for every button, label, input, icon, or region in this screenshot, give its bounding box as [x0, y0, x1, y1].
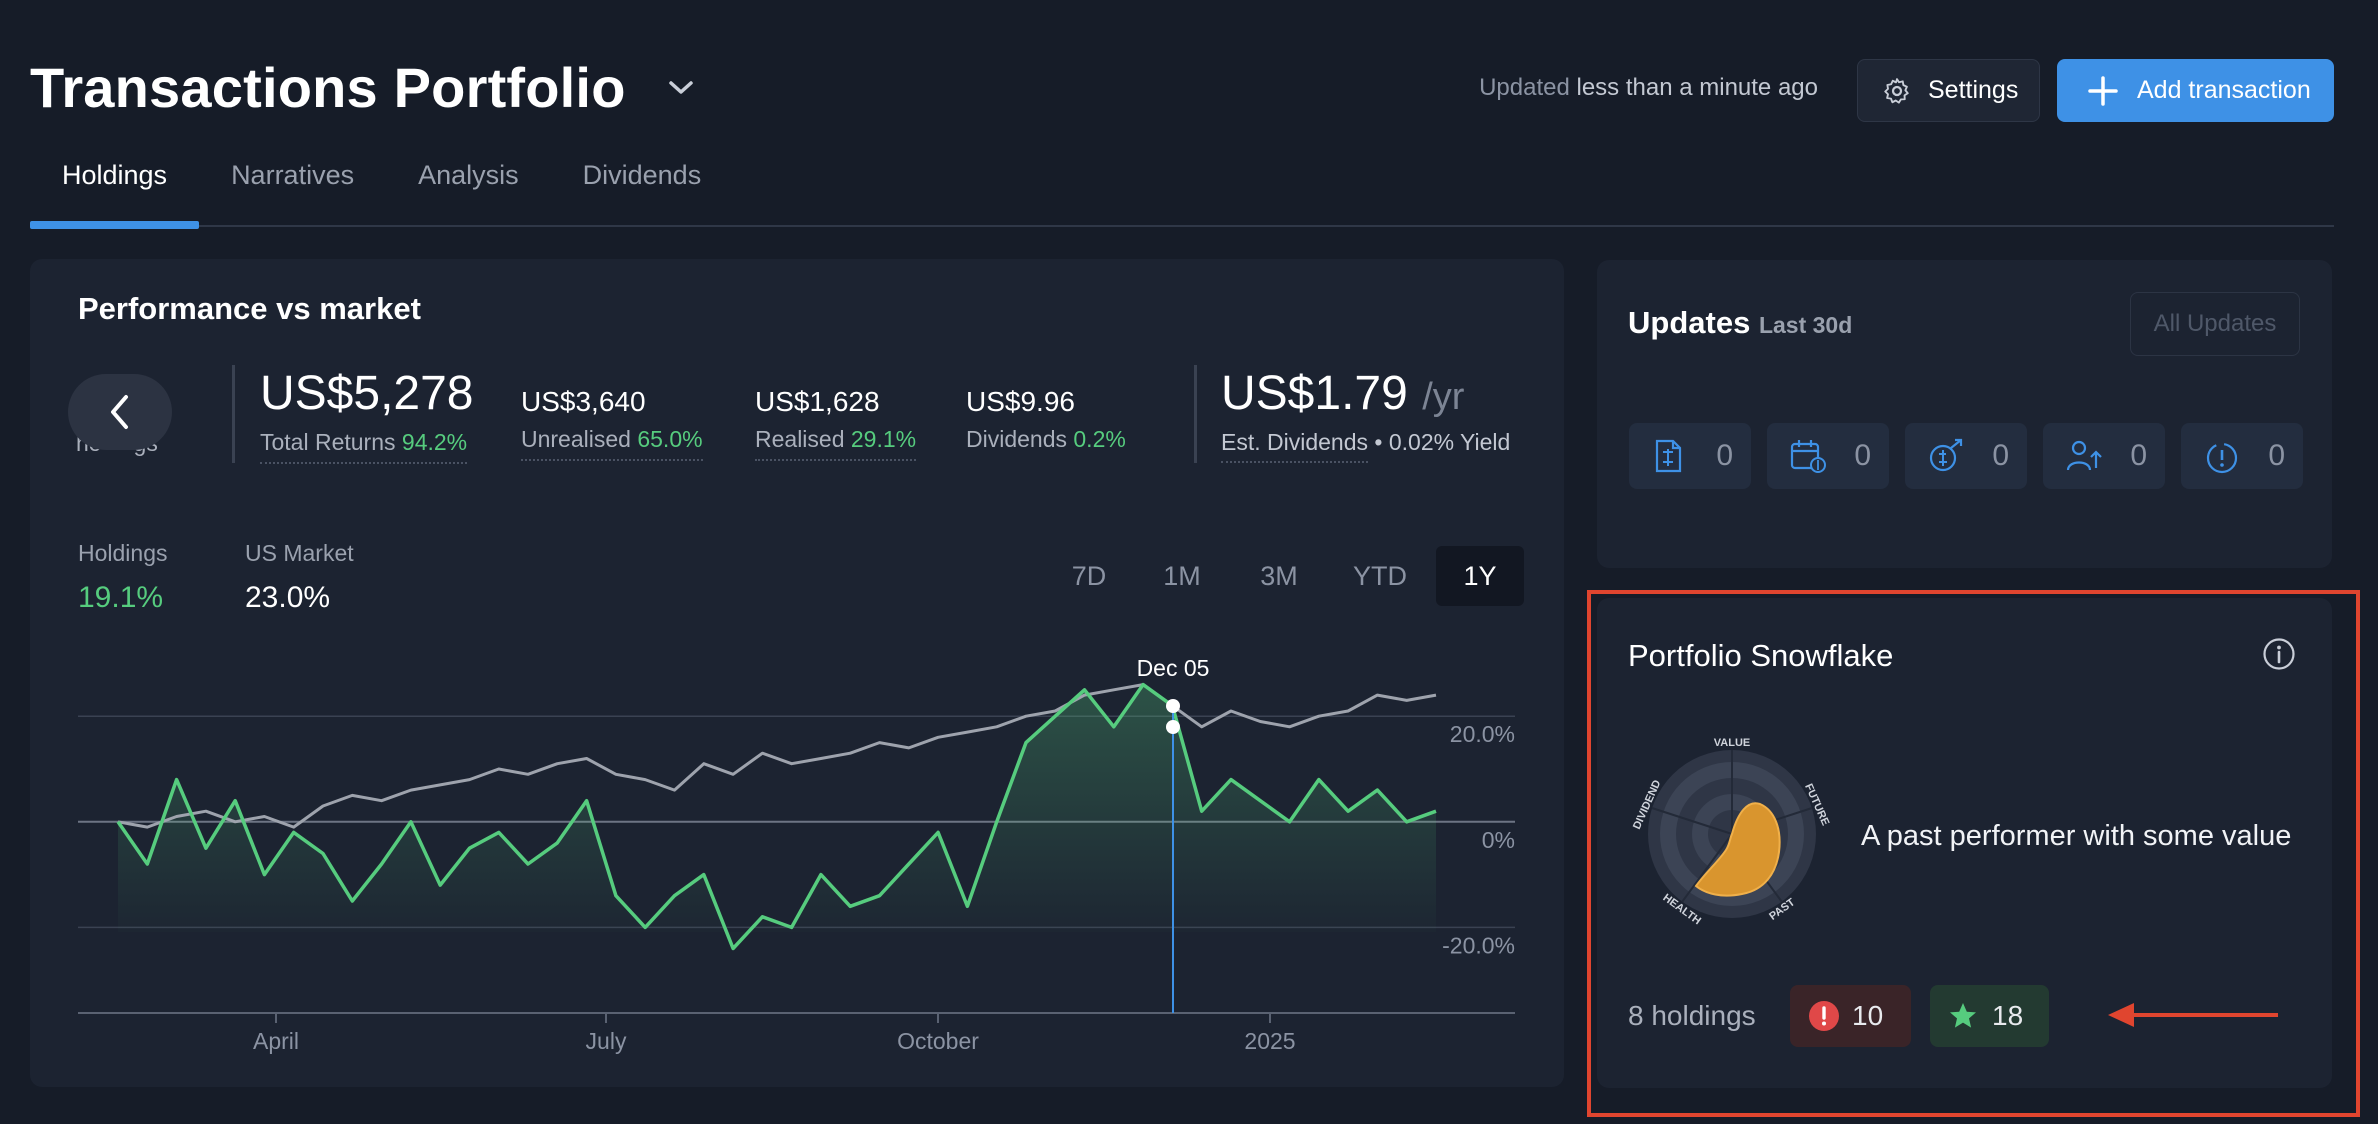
- highlight-box: [1587, 590, 2360, 1117]
- update-count-dividends: 0: [1992, 439, 2009, 472]
- update-count-alerts: 0: [2268, 439, 2285, 472]
- crosshair-dot-market: [1166, 720, 1180, 734]
- x-tick-label: October: [897, 1028, 979, 1054]
- document-dollar-icon: [1655, 439, 1682, 473]
- dollar-arrow-icon: [1929, 438, 1963, 472]
- person-upload-icon: [2066, 440, 2102, 471]
- tooltip-date-label: Dec 05: [1137, 655, 1210, 681]
- y-tick-label: 0%: [1482, 827, 1515, 853]
- update-chip-reports[interactable]: 0: [1629, 423, 1751, 489]
- y-tick-label: -20.0%: [1442, 932, 1515, 958]
- x-tick-label: April: [253, 1028, 299, 1054]
- calendar-dollar-icon: [1790, 440, 1826, 473]
- alert-timer-icon: [2206, 442, 2238, 474]
- update-chip-insiders[interactable]: 0: [2043, 423, 2165, 489]
- update-chip-events[interactable]: 0: [1767, 423, 1889, 489]
- updates-subtitle: Last 30d: [1758, 312, 1853, 338]
- y-tick-label: 20.0%: [1450, 721, 1515, 747]
- update-count-events: 0: [1854, 439, 1871, 472]
- crosshair-dot-holdings: [1166, 699, 1180, 713]
- update-count-reports: 0: [1716, 439, 1733, 472]
- x-tick-label: 2025: [1244, 1028, 1295, 1054]
- x-tick-label: July: [586, 1028, 627, 1054]
- updates-title: Updates Last 30d: [1628, 305, 1852, 341]
- update-count-insiders: 0: [2130, 439, 2147, 472]
- update-chip-alerts[interactable]: 0: [2181, 423, 2303, 489]
- holdings-area: [118, 684, 1436, 949]
- update-chip-dividends[interactable]: 0: [1905, 423, 2027, 489]
- updates-title-text: Updates: [1628, 305, 1751, 340]
- all-updates-button[interactable]: All Updates: [2130, 292, 2300, 356]
